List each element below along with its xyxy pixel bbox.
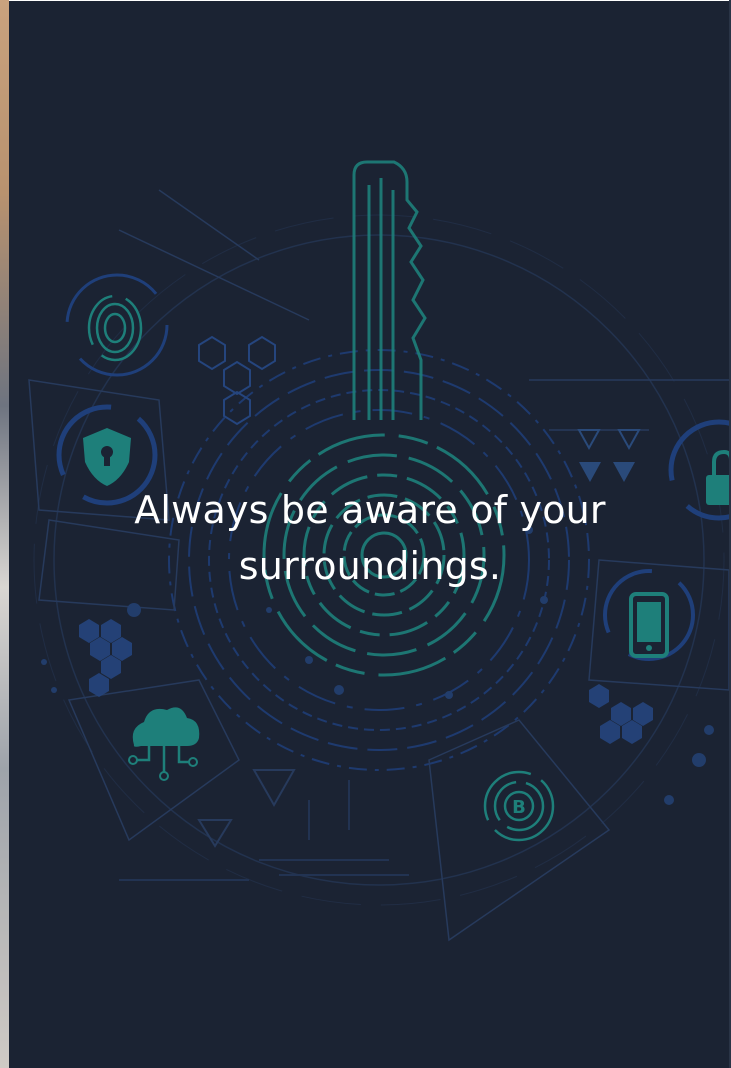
security-tip-headline: Always be aware of your surroundings.: [9, 482, 731, 594]
headline-line-1: Always be aware of your: [134, 488, 606, 532]
background-photo-strip: [0, 0, 9, 1068]
cloud-network-icon: [128, 707, 200, 781]
key-icon: [262, 160, 506, 677]
bitcoin-icon: B: [483, 770, 555, 842]
fingerprint-icon: [65, 273, 169, 377]
security-tip-banner: B Always be aware of your surroundings.: [0, 0, 731, 1068]
headline-line-2: surroundings.: [238, 544, 502, 588]
svg-text:B: B: [512, 797, 526, 818]
